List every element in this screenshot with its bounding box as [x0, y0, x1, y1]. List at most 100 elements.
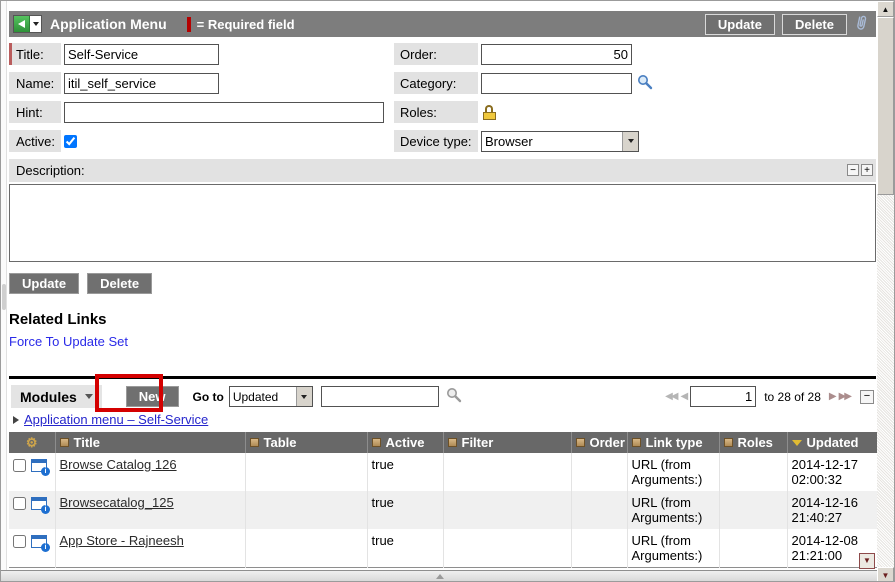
field-cube-icon: [448, 438, 457, 447]
bottom-splitter[interactable]: [1, 570, 878, 581]
description-textarea[interactable]: [9, 184, 876, 262]
next-page-icon[interactable]: ▶: [829, 391, 835, 402]
column-header-table[interactable]: Table: [245, 432, 367, 453]
title-label: Title:: [9, 43, 61, 65]
sort-descending-icon: [792, 440, 802, 446]
column-header-active[interactable]: Active: [367, 432, 443, 453]
column-header-filter[interactable]: Filter: [443, 432, 571, 453]
scrollbar-track[interactable]: [877, 195, 894, 567]
breadcrumb-arrow-icon[interactable]: [13, 416, 19, 424]
cell-table: [245, 529, 367, 568]
update-button-top[interactable]: Update: [705, 14, 775, 35]
field-cube-icon: [724, 438, 733, 447]
device-type-dropdown-icon[interactable]: [622, 132, 638, 151]
order-input[interactable]: [481, 44, 632, 65]
category-lookup-search-icon[interactable]: [637, 74, 653, 93]
cell-filter: [443, 529, 571, 568]
category-label: Category:: [394, 72, 478, 94]
description-collapse-button[interactable]: −: [847, 164, 859, 176]
modules-list-section: Modules New Go to Updated ◀◀ ◀: [9, 376, 876, 568]
scroll-down-icon[interactable]: ▼: [877, 567, 894, 582]
scrollbar-thumb[interactable]: [877, 17, 894, 195]
breadcrumb-link[interactable]: Application menu – Self-Service: [24, 412, 208, 427]
new-module-button[interactable]: New: [126, 386, 179, 407]
column-header-roles[interactable]: Roles: [719, 432, 787, 453]
modules-toolbar: Modules New Go to Updated ◀◀ ◀: [9, 379, 876, 412]
module-title-link[interactable]: Browse Catalog 126: [60, 457, 177, 472]
module-title-link[interactable]: Browsecatalog_125: [60, 495, 174, 510]
title-input[interactable]: [64, 44, 219, 65]
list-search-icon[interactable]: [446, 387, 462, 406]
update-button-bottom[interactable]: Update: [9, 273, 79, 294]
module-title-link[interactable]: App Store - Rajneesh: [60, 533, 184, 548]
list-breadcrumb: Application menu – Self-Service: [9, 412, 876, 430]
device-type-label: Device type:: [394, 130, 478, 152]
last-page-icon[interactable]: ▶▶: [839, 391, 850, 402]
cell-active: true: [367, 453, 443, 491]
list-scroll-down-icon[interactable]: ▼: [859, 553, 875, 569]
cell-order: [571, 491, 627, 529]
table-row: i Browsecatalog_125 true URL (from Argum…: [9, 491, 877, 529]
column-header-link-type[interactable]: Link type: [627, 432, 719, 453]
category-input[interactable]: [481, 73, 632, 94]
back-control[interactable]: [13, 15, 42, 33]
vertical-scrollbar[interactable]: ▲ ▼: [877, 1, 894, 582]
record-preview-icon[interactable]: i: [31, 497, 47, 510]
field-cube-icon: [250, 438, 259, 447]
roles-label: Roles:: [394, 101, 478, 123]
record-preview-icon[interactable]: i: [31, 459, 47, 472]
prev-page-icon[interactable]: ◀: [680, 391, 686, 402]
modules-table: ⚙ Title Table Active Filter Order Link t…: [9, 432, 878, 568]
left-rail: [1, 1, 7, 581]
list-search-input[interactable]: [321, 386, 439, 407]
first-page-icon[interactable]: ◀◀: [665, 391, 676, 402]
form-titlebar: Application Menu = Required field Update…: [9, 11, 876, 37]
column-header-title[interactable]: Title: [55, 432, 245, 453]
row-checkbox[interactable]: [13, 459, 26, 472]
delete-button-bottom[interactable]: Delete: [87, 273, 152, 294]
field-cube-icon: [60, 438, 69, 447]
row-checkbox[interactable]: [13, 497, 26, 510]
force-to-update-set-link[interactable]: Force To Update Set: [9, 334, 128, 349]
cell-order: [571, 529, 627, 568]
description-expand-button[interactable]: +: [861, 164, 873, 176]
list-pager: ◀◀ ◀ to 28 of 28 ▶ ▶▶ −: [665, 386, 874, 407]
record-preview-icon[interactable]: i: [31, 535, 47, 548]
field-cube-icon: [372, 438, 381, 447]
back-icon[interactable]: [14, 16, 30, 32]
name-input[interactable]: [64, 73, 219, 94]
description-label: Description:: [16, 163, 85, 178]
back-menu-caret-icon[interactable]: [30, 16, 41, 32]
required-legend-bar: [187, 17, 191, 32]
active-label: Active:: [9, 130, 61, 152]
select-all-header[interactable]: ⚙: [9, 432, 55, 453]
modules-menu[interactable]: Modules: [11, 385, 102, 408]
table-row: i App Store - Rajneesh true URL (from Ar…: [9, 529, 877, 568]
row-checkbox[interactable]: [13, 535, 26, 548]
modules-title: Modules: [20, 389, 77, 405]
column-header-order[interactable]: Order: [571, 432, 627, 453]
cell-roles: [719, 453, 787, 491]
table-header-row: ⚙ Title Table Active Filter Order Link t…: [9, 432, 877, 453]
column-header-updated[interactable]: Updated: [787, 432, 877, 453]
hint-input[interactable]: [64, 102, 384, 123]
page-number-input[interactable]: [690, 386, 756, 407]
goto-dropdown-icon[interactable]: [296, 387, 312, 406]
scroll-up-icon[interactable]: ▲: [877, 1, 894, 17]
active-checkbox[interactable]: [64, 135, 77, 148]
goto-field-select[interactable]: Updated: [230, 387, 296, 406]
name-label: Name:: [9, 72, 61, 94]
cell-roles: [719, 491, 787, 529]
attachment-paperclip-icon[interactable]: [855, 14, 868, 35]
device-type-select[interactable]: Browser: [482, 132, 622, 151]
cell-order: [571, 453, 627, 491]
delete-button-top[interactable]: Delete: [782, 14, 847, 35]
hint-label: Hint:: [9, 101, 61, 123]
gear-icon[interactable]: ⚙: [26, 438, 38, 448]
sidebar-collapse-handle[interactable]: [2, 284, 6, 310]
roles-lock-icon[interactable]: [483, 105, 496, 120]
cell-active: true: [367, 529, 443, 568]
cell-active: true: [367, 491, 443, 529]
list-collapse-button[interactable]: −: [860, 390, 874, 404]
main-content: Application Menu = Required field Update…: [8, 1, 878, 572]
